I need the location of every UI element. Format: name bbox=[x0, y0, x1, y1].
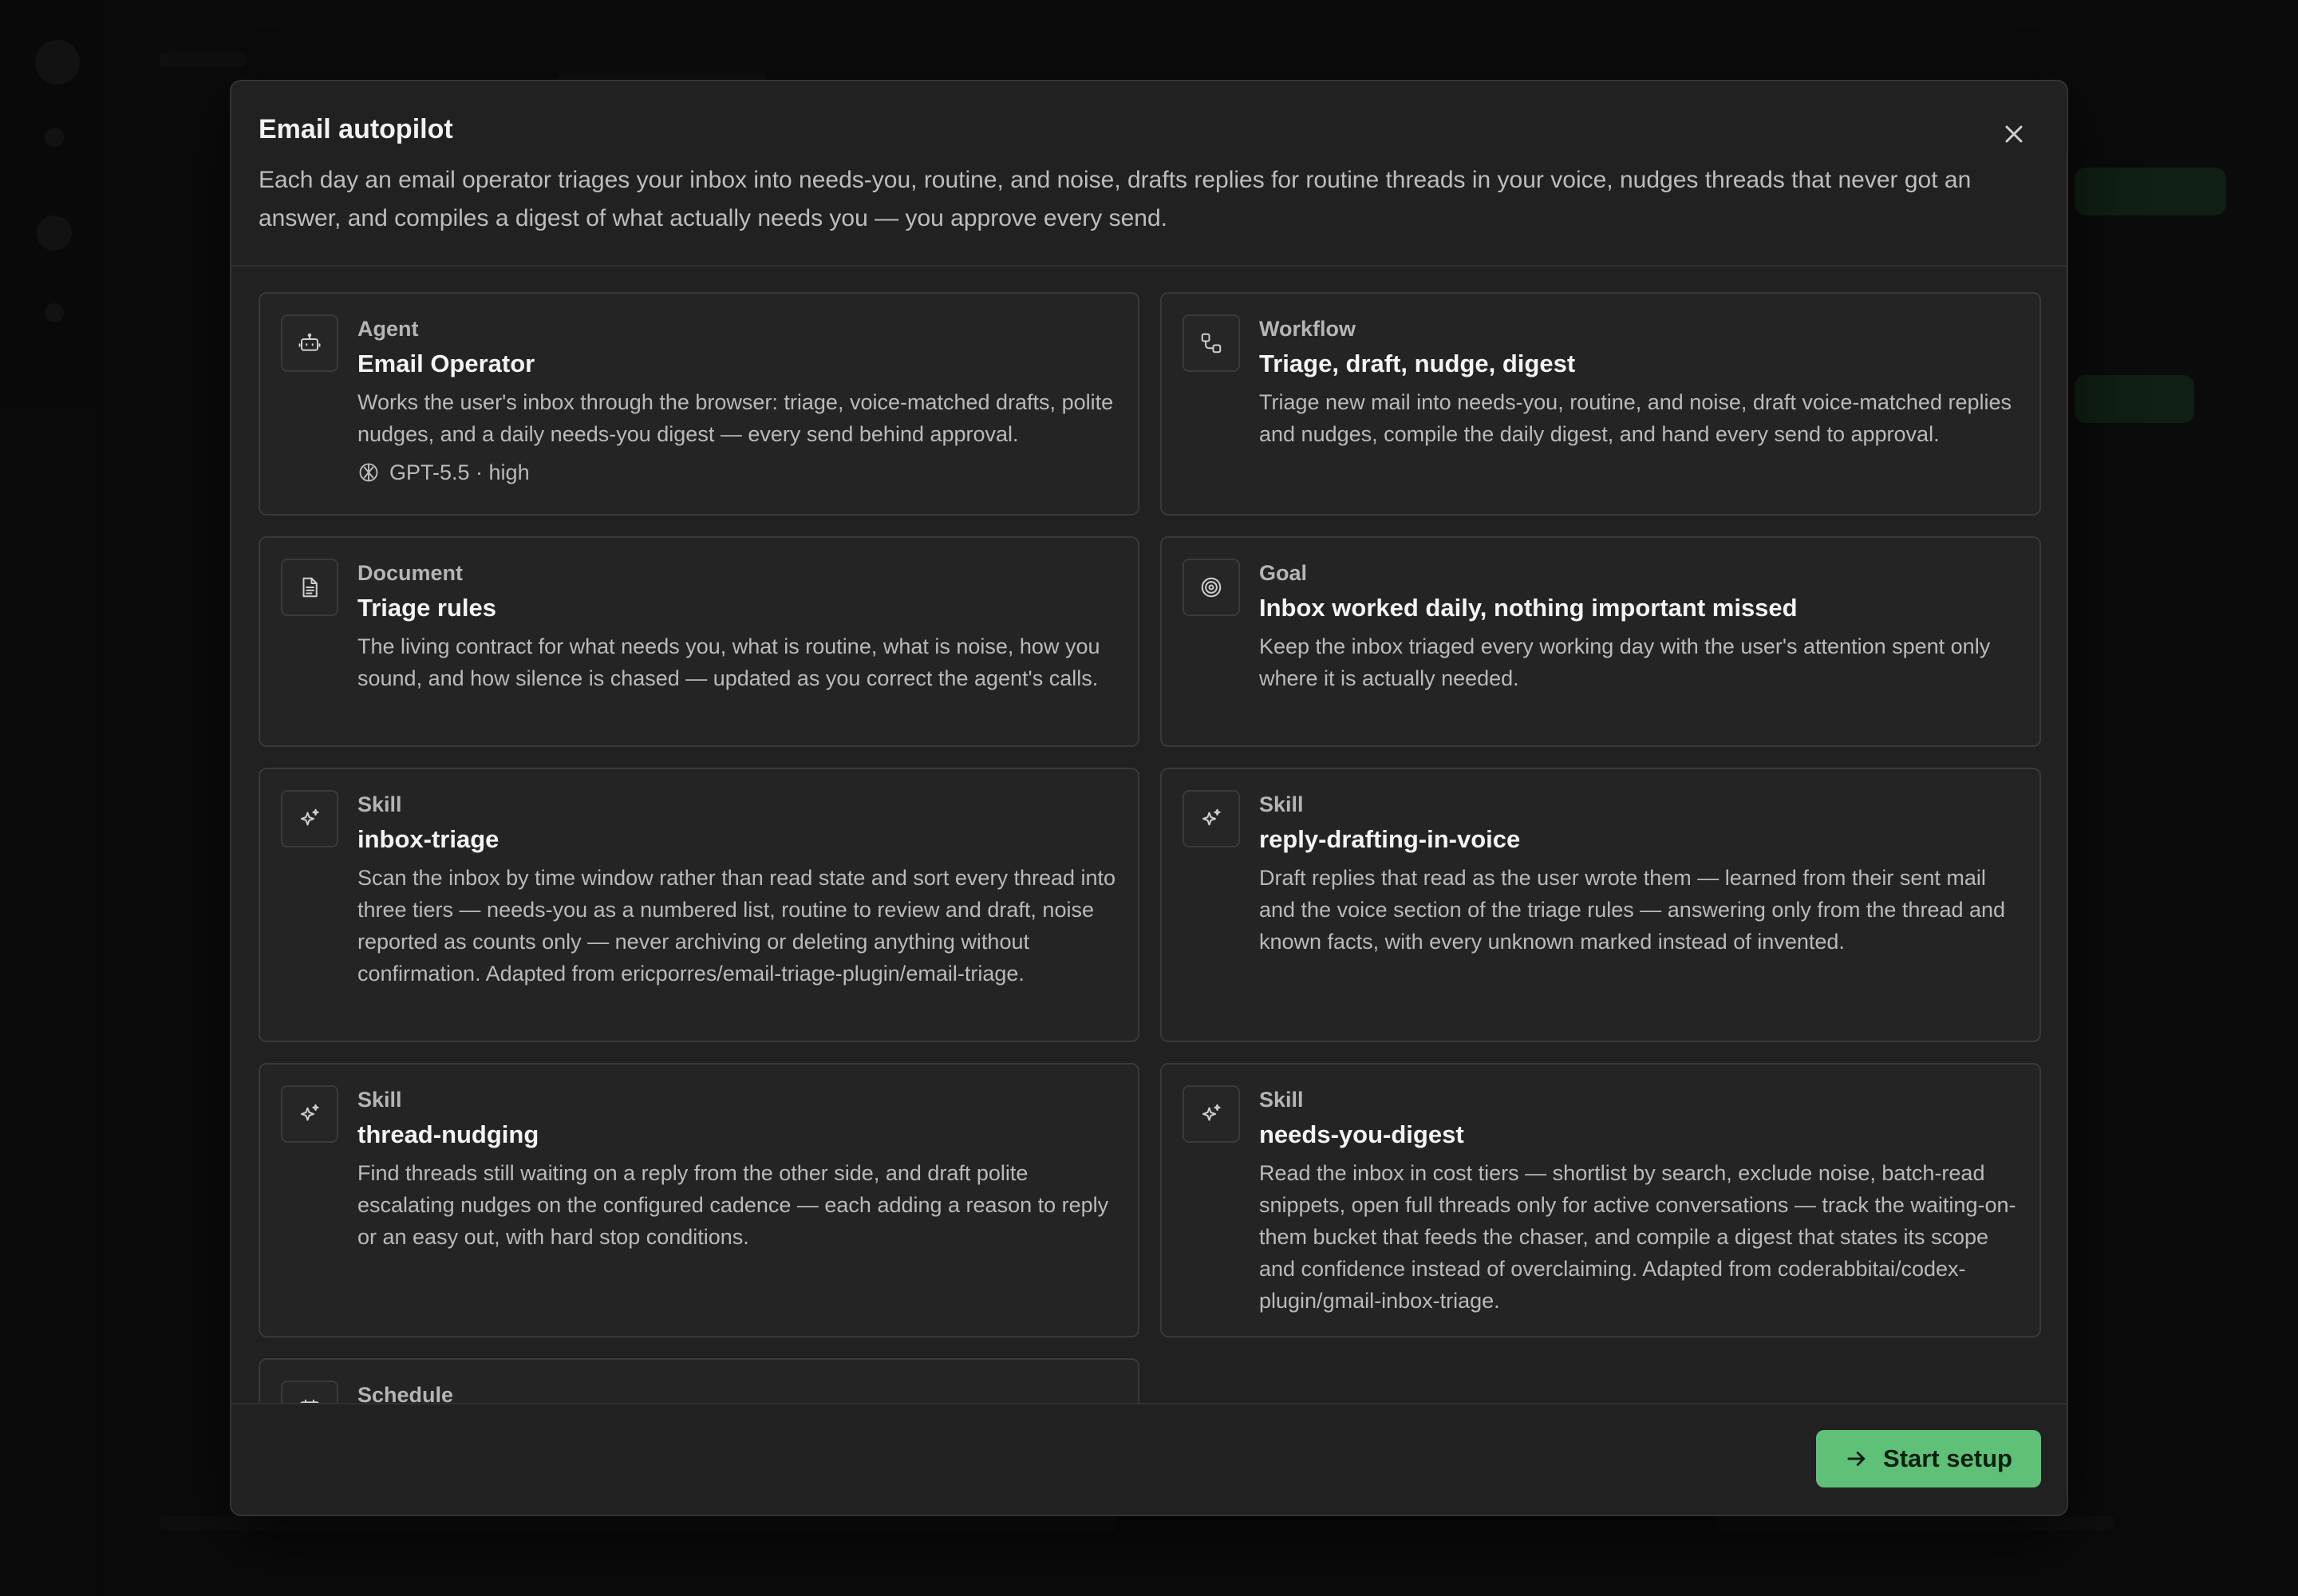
close-icon bbox=[2005, 125, 2023, 143]
card-kind: Schedule bbox=[357, 1383, 454, 1403]
agent-card[interactable]: Agent Email Operator Works the user's in… bbox=[259, 292, 1139, 516]
card-kind: Skill bbox=[1259, 1088, 1304, 1112]
card-title: Email Operator bbox=[357, 350, 535, 377]
dialog-body[interactable]: Agent Email Operator Works the user's in… bbox=[231, 268, 2067, 1403]
card-title: needs-you-digest bbox=[1259, 1120, 1464, 1148]
setup-items-grid: Agent Email Operator Works the user's in… bbox=[259, 292, 2041, 1403]
card-description: Read the inbox in cost tiers — shortlist… bbox=[1259, 1161, 2016, 1313]
card-title: Triage, draft, nudge, digest bbox=[1259, 350, 1576, 377]
card-title: thread-nudging bbox=[357, 1120, 539, 1148]
card-title: Triage rules bbox=[357, 594, 497, 622]
document-icon bbox=[281, 559, 338, 616]
skill-card-inbox-triage[interactable]: Skill inbox-triage Scan the inbox by tim… bbox=[259, 768, 1139, 1042]
card-kind: Workflow bbox=[1259, 317, 1356, 341]
schedule-card[interactable]: Schedule bbox=[259, 1358, 1139, 1403]
sparkle-icon bbox=[1183, 790, 1240, 847]
dialog-header: Email autopilot Each day an email operat… bbox=[231, 81, 2067, 267]
model-badge: GPT-5.5 · high bbox=[357, 456, 1117, 488]
card-kind: Document bbox=[357, 561, 464, 585]
card-description: Draft replies that read as the user wrot… bbox=[1259, 866, 2006, 954]
model-label: GPT-5.5 · high bbox=[389, 460, 530, 484]
start-setup-label: Start setup bbox=[1883, 1444, 2012, 1472]
card-description: Find threads still waiting on a reply fr… bbox=[357, 1161, 1109, 1249]
model-icon bbox=[359, 463, 378, 482]
email-autopilot-dialog: Email autopilot Each day an email operat… bbox=[230, 80, 2068, 1516]
sparkle-icon bbox=[281, 1085, 338, 1143]
robot-icon bbox=[281, 314, 338, 372]
target-icon bbox=[1183, 559, 1240, 616]
card-description: The living contract for what needs you, … bbox=[357, 634, 1100, 690]
card-kind: Goal bbox=[1259, 561, 1308, 585]
card-kind: Skill bbox=[1259, 792, 1304, 816]
goal-card[interactable]: Goal Inbox worked daily, nothing importa… bbox=[1160, 536, 2041, 747]
card-description: Scan the inbox by time window rather tha… bbox=[357, 866, 1116, 986]
card-description: Triage new mail into needs-you, routine,… bbox=[1259, 390, 2012, 446]
arrow-right-icon bbox=[1847, 1452, 1866, 1466]
calendar-icon bbox=[281, 1381, 338, 1403]
card-kind: Skill bbox=[357, 1088, 402, 1112]
workflow-card[interactable]: Workflow Triage, draft, nudge, digest Tr… bbox=[1160, 292, 2041, 516]
skill-card-thread-nudging[interactable]: Skill thread-nudging Find threads still … bbox=[259, 1063, 1139, 1337]
card-kind: Skill bbox=[357, 792, 402, 816]
card-title: reply-drafting-in-voice bbox=[1259, 825, 1521, 853]
sparkle-icon bbox=[281, 790, 338, 847]
card-title: inbox-triage bbox=[357, 825, 499, 853]
dialog-title: Email autopilot bbox=[259, 114, 453, 144]
dialog-description: Each day an email operator triages your … bbox=[259, 167, 1972, 231]
card-description: Works the user's inbox through the brows… bbox=[357, 390, 1114, 446]
card-description: Keep the inbox triaged every working day… bbox=[1259, 634, 1991, 690]
sparkle-icon bbox=[1183, 1085, 1240, 1143]
card-kind: Agent bbox=[357, 317, 419, 341]
card-title: Inbox worked daily, nothing important mi… bbox=[1259, 594, 1798, 622]
skill-card-needs-you-digest[interactable]: Skill needs-you-digest Read the inbox in… bbox=[1160, 1063, 2041, 1337]
close-button[interactable] bbox=[1996, 117, 2031, 152]
start-setup-button[interactable]: Start setup bbox=[1816, 1430, 2041, 1487]
dialog-footer: Start setup bbox=[231, 1403, 2067, 1515]
document-card[interactable]: Document Triage rules The living contrac… bbox=[259, 536, 1139, 747]
skill-card-reply-drafting[interactable]: Skill reply-drafting-in-voice Draft repl… bbox=[1160, 768, 2041, 1042]
workflow-icon bbox=[1183, 314, 1240, 372]
